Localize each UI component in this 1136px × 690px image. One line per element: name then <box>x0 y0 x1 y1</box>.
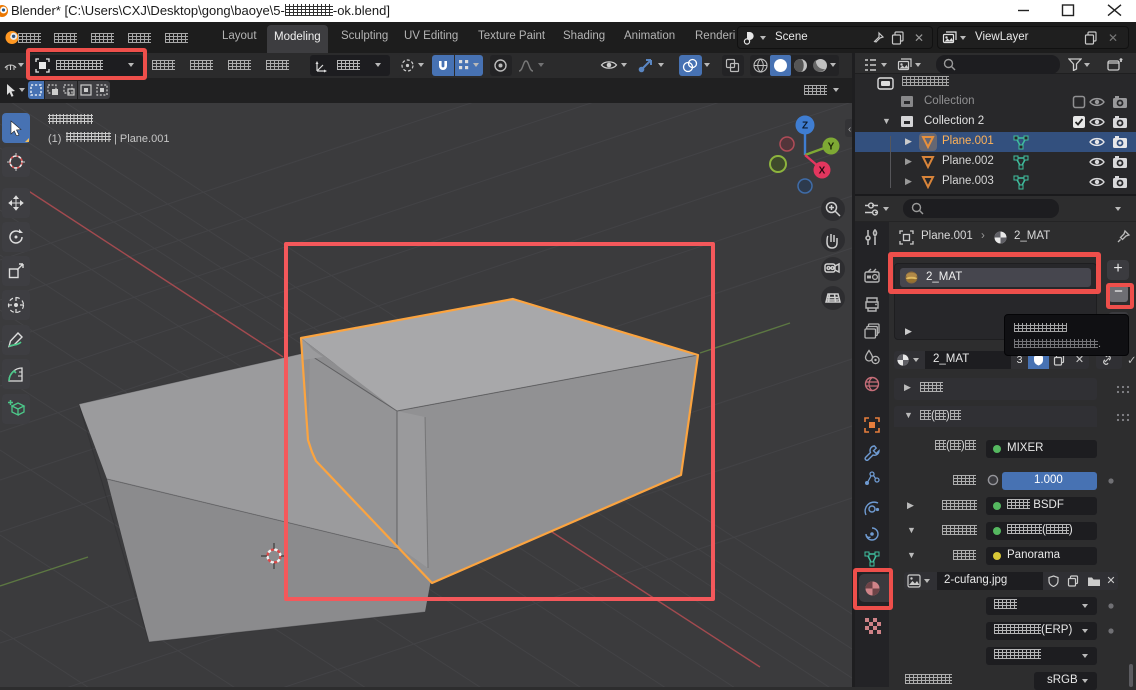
svg-text:‹: ‹ <box>848 124 851 135</box>
svg-text:| Plane.001: | Plane.001 <box>114 133 169 145</box>
svg-text:Y: Y <box>828 142 835 153</box>
svg-text:Z: Z <box>802 121 808 132</box>
svg-text:X: X <box>819 166 826 177</box>
svg-text:(1): (1) <box>48 133 61 145</box>
